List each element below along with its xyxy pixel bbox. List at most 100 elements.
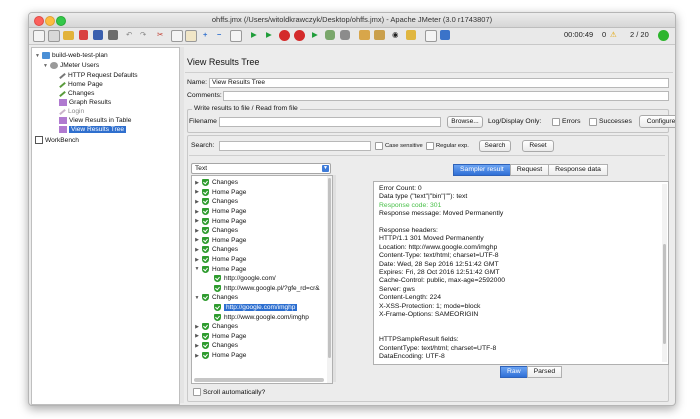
result-row[interactable]: http://www.google.pl/?gfe_rd=cr& — [192, 284, 332, 294]
undo-icon[interactable]: ↶ — [126, 30, 132, 39]
warning-icon[interactable]: ⚠ — [610, 30, 617, 39]
results-split-divider[interactable] — [333, 175, 336, 382]
expand-arrow-icon[interactable]: ▶ — [194, 324, 200, 330]
search-input[interactable] — [219, 141, 371, 151]
start-icon[interactable]: ▶ — [251, 30, 257, 39]
collapse-arrow-icon[interactable]: ▼ — [43, 63, 48, 69]
scrollbar-thumb[interactable] — [328, 178, 331, 358]
tree-node-graph-results[interactable]: Graph Results — [59, 99, 111, 106]
collapse-arrow-icon[interactable]: ▼ — [35, 53, 40, 59]
tree-node-workbench[interactable]: WorkBench — [35, 136, 79, 144]
reset-search-icon[interactable] — [406, 30, 416, 40]
response-scrollbar-thumb[interactable] — [663, 244, 666, 344]
start-no-pauses-icon[interactable]: ▶ — [266, 30, 272, 39]
case-sensitive-checkbox[interactable] — [375, 142, 383, 150]
result-row[interactable]: http://www.google.com/imghp — [192, 312, 332, 322]
expand-arrow-icon[interactable]: ▶ — [194, 353, 200, 359]
search-button[interactable]: Search — [479, 140, 511, 152]
expand-all-icon[interactable]: + — [203, 30, 207, 39]
expand-arrow-icon[interactable]: ▶ — [194, 199, 200, 205]
clear-all-icon[interactable] — [374, 30, 385, 40]
raw-toggle[interactable]: Raw — [500, 366, 528, 378]
regular-exp-checkbox[interactable] — [426, 142, 434, 150]
save-as-icon[interactable] — [108, 30, 118, 40]
collapse-arrow-icon[interactable]: ▼ — [194, 266, 200, 272]
expand-arrow-icon[interactable]: ▶ — [194, 209, 200, 215]
result-row[interactable]: ▶ Changes — [192, 197, 332, 207]
save-icon[interactable] — [93, 30, 103, 40]
collapse-arrow-icon[interactable]: ▼ — [194, 295, 200, 301]
configure-button[interactable]: Configure — [639, 115, 675, 128]
shutdown-icon[interactable] — [294, 30, 305, 41]
tree-node-view-results-table[interactable]: View Results in Table — [59, 117, 131, 124]
tree-node-login-disabled[interactable]: Login — [59, 108, 84, 115]
collapse-all-icon[interactable]: − — [217, 30, 221, 39]
expand-arrow-icon[interactable]: ▶ — [194, 247, 200, 253]
response-scrollbar[interactable] — [662, 184, 667, 362]
close-plan-icon[interactable] — [79, 30, 88, 40]
result-row[interactable]: ▶ Changes — [192, 322, 332, 332]
result-row[interactable]: ▶ Changes — [192, 178, 332, 188]
name-field[interactable]: View Results Tree — [209, 78, 669, 88]
result-row[interactable]: ▶ Home Page — [192, 216, 332, 226]
result-row[interactable]: ▶ Home Page — [192, 351, 332, 361]
tab-sampler-result[interactable]: Sampler result — [453, 164, 511, 176]
remote-start-icon[interactable]: ▶ — [312, 30, 318, 39]
tab-request[interactable]: Request — [509, 164, 550, 176]
expand-arrow-icon[interactable]: ▶ — [194, 228, 200, 234]
browse-button[interactable]: Browse... — [447, 116, 483, 128]
scroll-automatically-checkbox[interactable] — [193, 388, 201, 396]
remote-start-all-icon[interactable] — [325, 30, 335, 40]
result-row[interactable]: ▼ Home Page — [192, 264, 332, 274]
redo-icon[interactable]: ↷ — [140, 30, 146, 39]
expand-arrow-icon[interactable]: ▶ — [194, 189, 200, 195]
results-scrollbar[interactable] — [327, 176, 332, 383]
result-row[interactable]: ▶ Changes — [192, 226, 332, 236]
renderer-select[interactable]: Text ▼ — [191, 163, 331, 174]
help-icon[interactable] — [440, 30, 450, 40]
remote-stop-all-icon[interactable] — [340, 30, 350, 40]
toggle-icon[interactable] — [230, 30, 242, 42]
result-row[interactable]: ▶ Home Page — [192, 255, 332, 265]
filename-field[interactable] — [219, 117, 441, 127]
expand-arrow-icon[interactable]: ▶ — [194, 333, 200, 339]
templates-icon[interactable] — [48, 30, 60, 42]
comments-field[interactable] — [223, 91, 669, 101]
expand-arrow-icon[interactable]: ▶ — [194, 343, 200, 349]
paste-icon[interactable] — [185, 30, 197, 42]
expand-arrow-icon[interactable]: ▶ — [194, 218, 200, 224]
function-helper-icon[interactable] — [425, 30, 437, 42]
cut-icon[interactable]: ✂ — [157, 30, 163, 39]
new-icon[interactable] — [33, 30, 45, 42]
result-row[interactable]: http://google.com/ — [192, 274, 332, 284]
search-binoculars-icon[interactable]: ◉ — [392, 30, 399, 39]
result-row[interactable]: ▶ Changes — [192, 341, 332, 351]
tree-node-thread-group[interactable]: ▼ JMeter Users — [43, 62, 99, 69]
parsed-toggle[interactable]: Parsed — [526, 366, 563, 378]
sampler-result-text[interactable]: Error Count: 0 Data type ("text"|"bin"|""… — [373, 181, 669, 365]
result-row[interactable]: ▶ Home Page — [192, 188, 332, 198]
tree-node-view-results-tree[interactable]: View Results Tree — [59, 126, 127, 133]
tree-node-test-plan[interactable]: ▼ build-web-test-plan — [35, 52, 108, 59]
result-row[interactable]: ▶ Home Page — [192, 236, 332, 246]
stop-icon[interactable] — [279, 30, 290, 41]
tree-node-home-page[interactable]: Home Page — [59, 81, 103, 88]
tree-node-http-defaults[interactable]: HTTP Request Defaults — [59, 72, 138, 79]
result-row[interactable]: ▶ Home Page — [192, 332, 332, 342]
reset-button[interactable]: Reset — [522, 140, 554, 152]
errors-checkbox[interactable] — [552, 118, 560, 126]
open-folder-icon[interactable] — [63, 31, 74, 40]
expand-arrow-icon[interactable]: ▶ — [194, 237, 200, 243]
tab-response-data[interactable]: Response data — [548, 164, 608, 176]
expand-arrow-icon[interactable]: ▶ — [194, 180, 200, 186]
successes-checkbox[interactable] — [589, 118, 597, 126]
sample-results-tree[interactable]: ▶ Changes ▶ Home Page ▶ Changes ▶ Home Page ▶ Hom… — [191, 175, 333, 384]
clear-icon[interactable] — [359, 30, 370, 40]
split-pane-divider[interactable] — [180, 47, 184, 403]
horizontal-scrollbar-thumb[interactable] — [194, 378, 324, 382]
result-row[interactable]: http://google.com/imghp — [192, 303, 332, 313]
tree-node-changes[interactable]: Changes — [59, 90, 94, 97]
copy-icon[interactable] — [171, 30, 183, 42]
expand-arrow-icon[interactable]: ▶ — [194, 257, 200, 263]
result-row[interactable]: ▼ Changes — [192, 293, 332, 303]
